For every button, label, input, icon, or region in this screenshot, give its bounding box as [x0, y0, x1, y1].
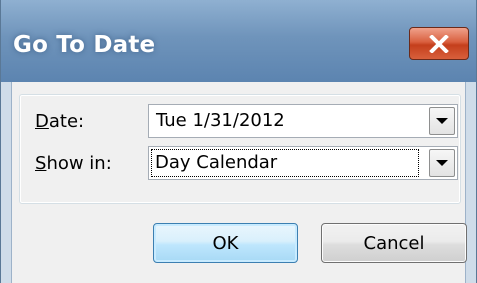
date-label: Date: [35, 111, 84, 132]
show-in-dropdown-button[interactable] [429, 149, 455, 177]
date-label-accelerator: D [35, 111, 49, 132]
cancel-button[interactable]: Cancel [321, 223, 467, 263]
show-in-label-accelerator: S [35, 153, 47, 174]
go-to-date-dialog: Go To Date Date: Tue 1/31/2012 Show in: … [0, 0, 477, 283]
show-in-dropdown[interactable]: Day Calendar [148, 146, 458, 180]
show-in-label: Show in: [35, 153, 112, 174]
date-dropdown-button[interactable] [429, 107, 455, 135]
close-icon [429, 34, 449, 53]
date-value: Tue 1/31/2012 [156, 110, 285, 131]
title-bar[interactable]: Go To Date [1, 0, 476, 82]
chevron-down-icon [436, 160, 448, 166]
date-label-text: ate: [48, 111, 85, 132]
dialog-title: Go To Date [13, 32, 156, 58]
date-dropdown[interactable]: Tue 1/31/2012 [148, 104, 458, 138]
show-in-value: Day Calendar [155, 152, 278, 173]
dialog-body: Date: Tue 1/31/2012 Show in: Day Calenda… [11, 82, 467, 283]
ok-button[interactable]: OK [153, 223, 298, 263]
show-in-label-text: how in: [46, 153, 112, 174]
close-button[interactable] [409, 27, 469, 60]
chevron-down-icon [436, 118, 448, 124]
